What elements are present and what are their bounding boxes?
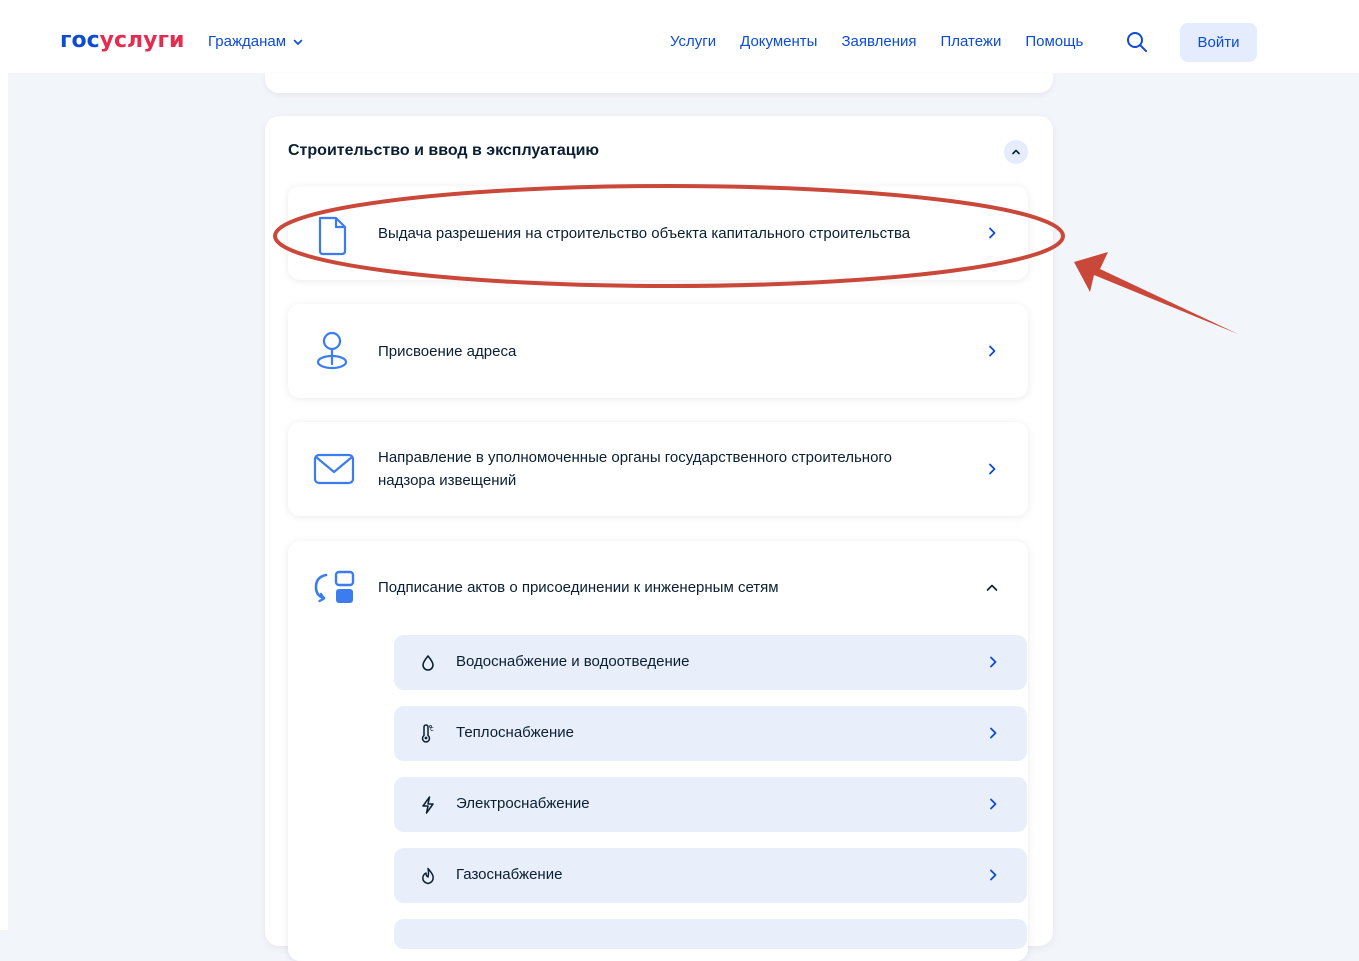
chevron-right-icon: [989, 227, 996, 239]
lightning-icon: [422, 796, 434, 814]
subservice-heat-supply[interactable]: c Теплоснабжение: [394, 706, 1027, 761]
service-utility-connection-acts[interactable]: Подписание актов о присоединении к инжен…: [288, 541, 1028, 961]
subservice-label: Электроснабжение: [456, 795, 590, 812]
service-label: Присвоение адреса: [378, 343, 517, 360]
chevron-up-icon[interactable]: [984, 580, 1000, 596]
location-pin-icon: [316, 331, 348, 370]
chevron-right-icon: [989, 463, 996, 475]
search-icon[interactable]: [1125, 30, 1149, 54]
flame-icon: [422, 867, 434, 885]
construction-section: Строительство и ввод в эксплуатацию Выда…: [265, 116, 1053, 961]
nav-applications[interactable]: Заявления: [841, 33, 916, 50]
section-collapse-button[interactable]: [1004, 140, 1028, 164]
logo-uslugi: услуги: [99, 28, 185, 53]
section-title: Строительство и ввод в эксплуатацию: [288, 142, 600, 159]
nav-help[interactable]: Помощь: [1025, 33, 1083, 50]
chevron-right-icon: [990, 798, 997, 810]
gosuslugi-logo[interactable]: госуслуги: [60, 27, 184, 55]
subservice-gas-supply[interactable]: Газоснабжение: [394, 848, 1027, 903]
chevron-right-icon: [989, 345, 996, 357]
login-button[interactable]: Войти: [1180, 23, 1257, 62]
service-building-permit[interactable]: Выдача разрешения на строительство объек…: [288, 186, 1028, 280]
nav-documents[interactable]: Документы: [740, 33, 817, 50]
logo-gos: гос: [60, 28, 100, 53]
subservice-water-supply[interactable]: Водоснабжение и водоотведение: [394, 635, 1027, 690]
chevron-down-icon: [293, 39, 303, 45]
utility-networks-icon: [314, 570, 355, 603]
service-address-assignment[interactable]: Присвоение адреса: [288, 304, 1028, 398]
nav-services[interactable]: Услуги: [670, 33, 716, 50]
service-label: Подписание актов о присоединении к инжен…: [378, 579, 779, 596]
envelope-icon: [313, 453, 355, 485]
chevron-right-icon: [990, 869, 997, 881]
thermometer-icon: c: [421, 724, 434, 743]
audience-dropdown[interactable]: Гражданам: [208, 33, 304, 50]
service-supervision-notices[interactable]: Направление в уполномоченные органы госу…: [288, 422, 1028, 516]
left-edge: [0, 0, 8, 930]
service-label: Выдача разрешения на строительство объек…: [378, 225, 911, 242]
annotation-arrow: [1074, 252, 1238, 334]
svg-text:c: c: [430, 725, 434, 733]
document-icon: [318, 216, 347, 256]
chevron-up-icon: [1012, 149, 1020, 155]
subservice-next-partial[interactable]: [394, 919, 1027, 949]
main-nav: Услуги Документы Заявления Платежи Помощ…: [670, 33, 1107, 50]
chevron-right-icon: [990, 656, 997, 668]
chevron-right-icon: [990, 727, 997, 739]
previous-section-card: [265, 73, 1053, 93]
nav-payments[interactable]: Платежи: [941, 33, 1002, 50]
subservice-label: Газоснабжение: [456, 866, 563, 883]
audience-label: Гражданам: [208, 33, 287, 50]
service-label: Направление в уполномоченные органы госу…: [378, 449, 892, 489]
site-header: госуслуги Гражданам Услуги Документы Зая…: [8, 10, 1359, 73]
subservice-label: Теплоснабжение: [456, 724, 574, 741]
subservice-power-supply[interactable]: Электроснабжение: [394, 777, 1027, 832]
water-drop-icon: [422, 655, 434, 671]
subservice-label: Водоснабжение и водоотведение: [456, 653, 690, 670]
